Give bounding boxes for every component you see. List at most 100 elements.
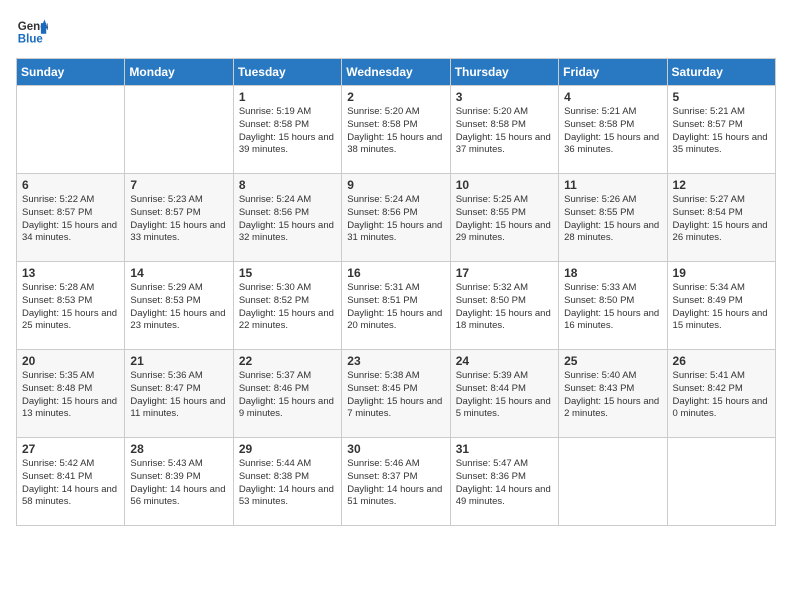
day-header-friday: Friday (559, 59, 667, 86)
day-details: Sunrise: 5:24 AM Sunset: 8:56 PM Dayligh… (239, 194, 336, 245)
day-details: Sunrise: 5:40 AM Sunset: 8:43 PM Dayligh… (564, 370, 661, 421)
day-number: 19 (673, 266, 770, 280)
day-details: Sunrise: 5:25 AM Sunset: 8:55 PM Dayligh… (456, 194, 553, 245)
day-number: 20 (22, 354, 119, 368)
calendar-cell: 20 Sunrise: 5:35 AM Sunset: 8:48 PM Dayli… (17, 350, 125, 438)
day-details: Sunrise: 5:22 AM Sunset: 8:57 PM Dayligh… (22, 194, 119, 245)
calendar-cell: 15 Sunrise: 5:30 AM Sunset: 8:52 PM Dayli… (233, 262, 341, 350)
day-number: 5 (673, 90, 770, 104)
day-details: Sunrise: 5:33 AM Sunset: 8:50 PM Dayligh… (564, 282, 661, 333)
calendar-cell (559, 438, 667, 526)
day-details: Sunrise: 5:46 AM Sunset: 8:37 PM Dayligh… (347, 458, 444, 509)
calendar-week-1: 1 Sunrise: 5:19 AM Sunset: 8:58 PM Daylig… (17, 86, 776, 174)
day-details: Sunrise: 5:39 AM Sunset: 8:44 PM Dayligh… (456, 370, 553, 421)
day-details: Sunrise: 5:42 AM Sunset: 8:41 PM Dayligh… (22, 458, 119, 509)
day-details: Sunrise: 5:32 AM Sunset: 8:50 PM Dayligh… (456, 282, 553, 333)
day-number: 8 (239, 178, 336, 192)
day-details: Sunrise: 5:21 AM Sunset: 8:57 PM Dayligh… (673, 106, 770, 157)
day-number: 14 (130, 266, 227, 280)
day-details: Sunrise: 5:19 AM Sunset: 8:58 PM Dayligh… (239, 106, 336, 157)
day-details: Sunrise: 5:26 AM Sunset: 8:55 PM Dayligh… (564, 194, 661, 245)
day-header-tuesday: Tuesday (233, 59, 341, 86)
day-number: 25 (564, 354, 661, 368)
day-details: Sunrise: 5:47 AM Sunset: 8:36 PM Dayligh… (456, 458, 553, 509)
calendar-cell: 22Sunrise: 5:37 AM Sunset: 8:46 PM Dayli… (233, 350, 341, 438)
calendar-cell (125, 86, 233, 174)
day-number: 27 (22, 442, 119, 456)
calendar-cell: 3 Sunrise: 5:20 AM Sunset: 8:58 PM Daylig… (450, 86, 558, 174)
calendar-cell: 8 Sunrise: 5:24 AM Sunset: 8:56 PM Daylig… (233, 174, 341, 262)
calendar-cell: 28Sunrise: 5:43 AM Sunset: 8:39 PM Dayli… (125, 438, 233, 526)
calendar-cell: 16 Sunrise: 5:31 AM Sunset: 8:51 PM Dayli… (342, 262, 450, 350)
day-header-sunday: Sunday (17, 59, 125, 86)
day-number: 1 (239, 90, 336, 104)
day-number: 10 (456, 178, 553, 192)
day-number: 17 (456, 266, 553, 280)
calendar-cell: 27 Sunrise: 5:42 AM Sunset: 8:41 PM Dayli… (17, 438, 125, 526)
day-number: 24 (456, 354, 553, 368)
day-details: Sunrise: 5:29 AM Sunset: 8:53 PM Dayligh… (130, 282, 227, 333)
day-details: Sunrise: 5:24 AM Sunset: 8:56 PM Dayligh… (347, 194, 444, 245)
calendar-cell: 9 Sunrise: 5:24 AM Sunset: 8:56 PM Daylig… (342, 174, 450, 262)
calendar-cell: 5 Sunrise: 5:21 AM Sunset: 8:57 PM Daylig… (667, 86, 775, 174)
calendar-cell: 18Sunrise: 5:33 AM Sunset: 8:50 PM Dayli… (559, 262, 667, 350)
calendar-week-4: 20 Sunrise: 5:35 AM Sunset: 8:48 PM Dayli… (17, 350, 776, 438)
day-number: 29 (239, 442, 336, 456)
calendar-cell: 17 Sunrise: 5:32 AM Sunset: 8:50 PM Dayli… (450, 262, 558, 350)
calendar-cell: 1 Sunrise: 5:19 AM Sunset: 8:58 PM Daylig… (233, 86, 341, 174)
calendar-cell: 6 Sunrise: 5:22 AM Sunset: 8:57 PM Daylig… (17, 174, 125, 262)
calendar-cell: 19Sunrise: 5:34 AM Sunset: 8:49 PM Dayli… (667, 262, 775, 350)
day-number: 13 (22, 266, 119, 280)
day-number: 4 (564, 90, 661, 104)
calendar-header-row: SundayMondayTuesdayWednesdayThursdayFrid… (17, 59, 776, 86)
svg-text:Blue: Blue (18, 34, 44, 46)
calendar-cell: 24 Sunrise: 5:39 AM Sunset: 8:44 PM Dayli… (450, 350, 558, 438)
day-details: Sunrise: 5:31 AM Sunset: 8:51 PM Dayligh… (347, 282, 444, 333)
calendar-cell: 11 Sunrise: 5:26 AM Sunset: 8:55 PM Dayli… (559, 174, 667, 262)
calendar-cell: 10 Sunrise: 5:25 AM Sunset: 8:55 PM Dayli… (450, 174, 558, 262)
calendar-cell: 13 Sunrise: 5:28 AM Sunset: 8:53 PM Dayli… (17, 262, 125, 350)
calendar-table: SundayMondayTuesdayWednesdayThursdayFrid… (16, 58, 776, 526)
page-header: General Blue (16, 16, 776, 48)
calendar-cell (667, 438, 775, 526)
calendar-cell: 2 Sunrise: 5:20 AM Sunset: 8:58 PM Daylig… (342, 86, 450, 174)
day-number: 9 (347, 178, 444, 192)
day-details: Sunrise: 5:44 AM Sunset: 8:38 PM Dayligh… (239, 458, 336, 509)
day-header-saturday: Saturday (667, 59, 775, 86)
calendar-cell: 21Sunrise: 5:36 AM Sunset: 8:47 PM Dayli… (125, 350, 233, 438)
day-number: 3 (456, 90, 553, 104)
calendar-cell: 4 Sunrise: 5:21 AM Sunset: 8:58 PM Daylig… (559, 86, 667, 174)
day-header-monday: Monday (125, 59, 233, 86)
day-number: 31 (456, 442, 553, 456)
day-details: Sunrise: 5:27 AM Sunset: 8:54 PM Dayligh… (673, 194, 770, 245)
day-header-wednesday: Wednesday (342, 59, 450, 86)
day-details: Sunrise: 5:23 AM Sunset: 8:57 PM Dayligh… (130, 194, 227, 245)
logo-icon: General Blue (16, 16, 48, 48)
day-number: 7 (130, 178, 227, 192)
day-number: 11 (564, 178, 661, 192)
day-number: 16 (347, 266, 444, 280)
calendar-cell: 12 Sunrise: 5:27 AM Sunset: 8:54 PM Dayli… (667, 174, 775, 262)
day-number: 26 (673, 354, 770, 368)
day-details: Sunrise: 5:37 AM Sunset: 8:46 PM Dayligh… (239, 370, 336, 421)
day-number: 21 (130, 354, 227, 368)
day-number: 28 (130, 442, 227, 456)
day-details: Sunrise: 5:20 AM Sunset: 8:58 PM Dayligh… (456, 106, 553, 157)
day-number: 2 (347, 90, 444, 104)
day-number: 23 (347, 354, 444, 368)
day-header-thursday: Thursday (450, 59, 558, 86)
day-details: Sunrise: 5:30 AM Sunset: 8:52 PM Dayligh… (239, 282, 336, 333)
day-number: 6 (22, 178, 119, 192)
calendar-cell: 7 Sunrise: 5:23 AM Sunset: 8:57 PM Daylig… (125, 174, 233, 262)
calendar-cell: 26Sunrise: 5:41 AM Sunset: 8:42 PM Dayli… (667, 350, 775, 438)
calendar-week-2: 6 Sunrise: 5:22 AM Sunset: 8:57 PM Daylig… (17, 174, 776, 262)
logo: General Blue (16, 16, 50, 48)
day-details: Sunrise: 5:21 AM Sunset: 8:58 PM Dayligh… (564, 106, 661, 157)
day-details: Sunrise: 5:20 AM Sunset: 8:58 PM Dayligh… (347, 106, 444, 157)
day-number: 15 (239, 266, 336, 280)
calendar-cell: 14 Sunrise: 5:29 AM Sunset: 8:53 PM Dayli… (125, 262, 233, 350)
day-number: 12 (673, 178, 770, 192)
calendar-cell: 29 Sunrise: 5:44 AM Sunset: 8:38 PM Dayli… (233, 438, 341, 526)
day-details: Sunrise: 5:35 AM Sunset: 8:48 PM Dayligh… (22, 370, 119, 421)
day-details: Sunrise: 5:28 AM Sunset: 8:53 PM Dayligh… (22, 282, 119, 333)
